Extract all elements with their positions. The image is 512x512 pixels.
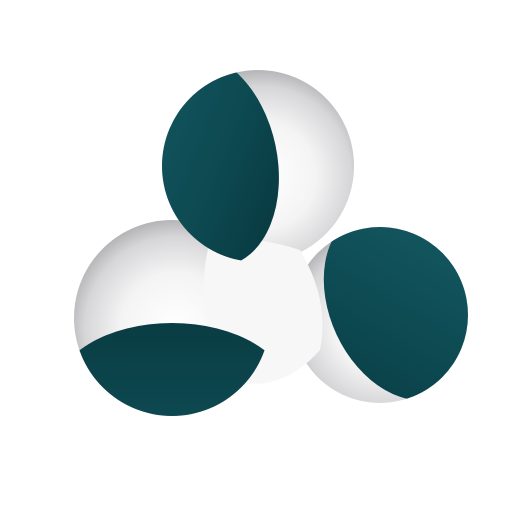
- trefoil-logo-icon: [74, 70, 468, 416]
- logo-canvas: [0, 0, 512, 512]
- teal-crescent-bottom: [74, 323, 270, 416]
